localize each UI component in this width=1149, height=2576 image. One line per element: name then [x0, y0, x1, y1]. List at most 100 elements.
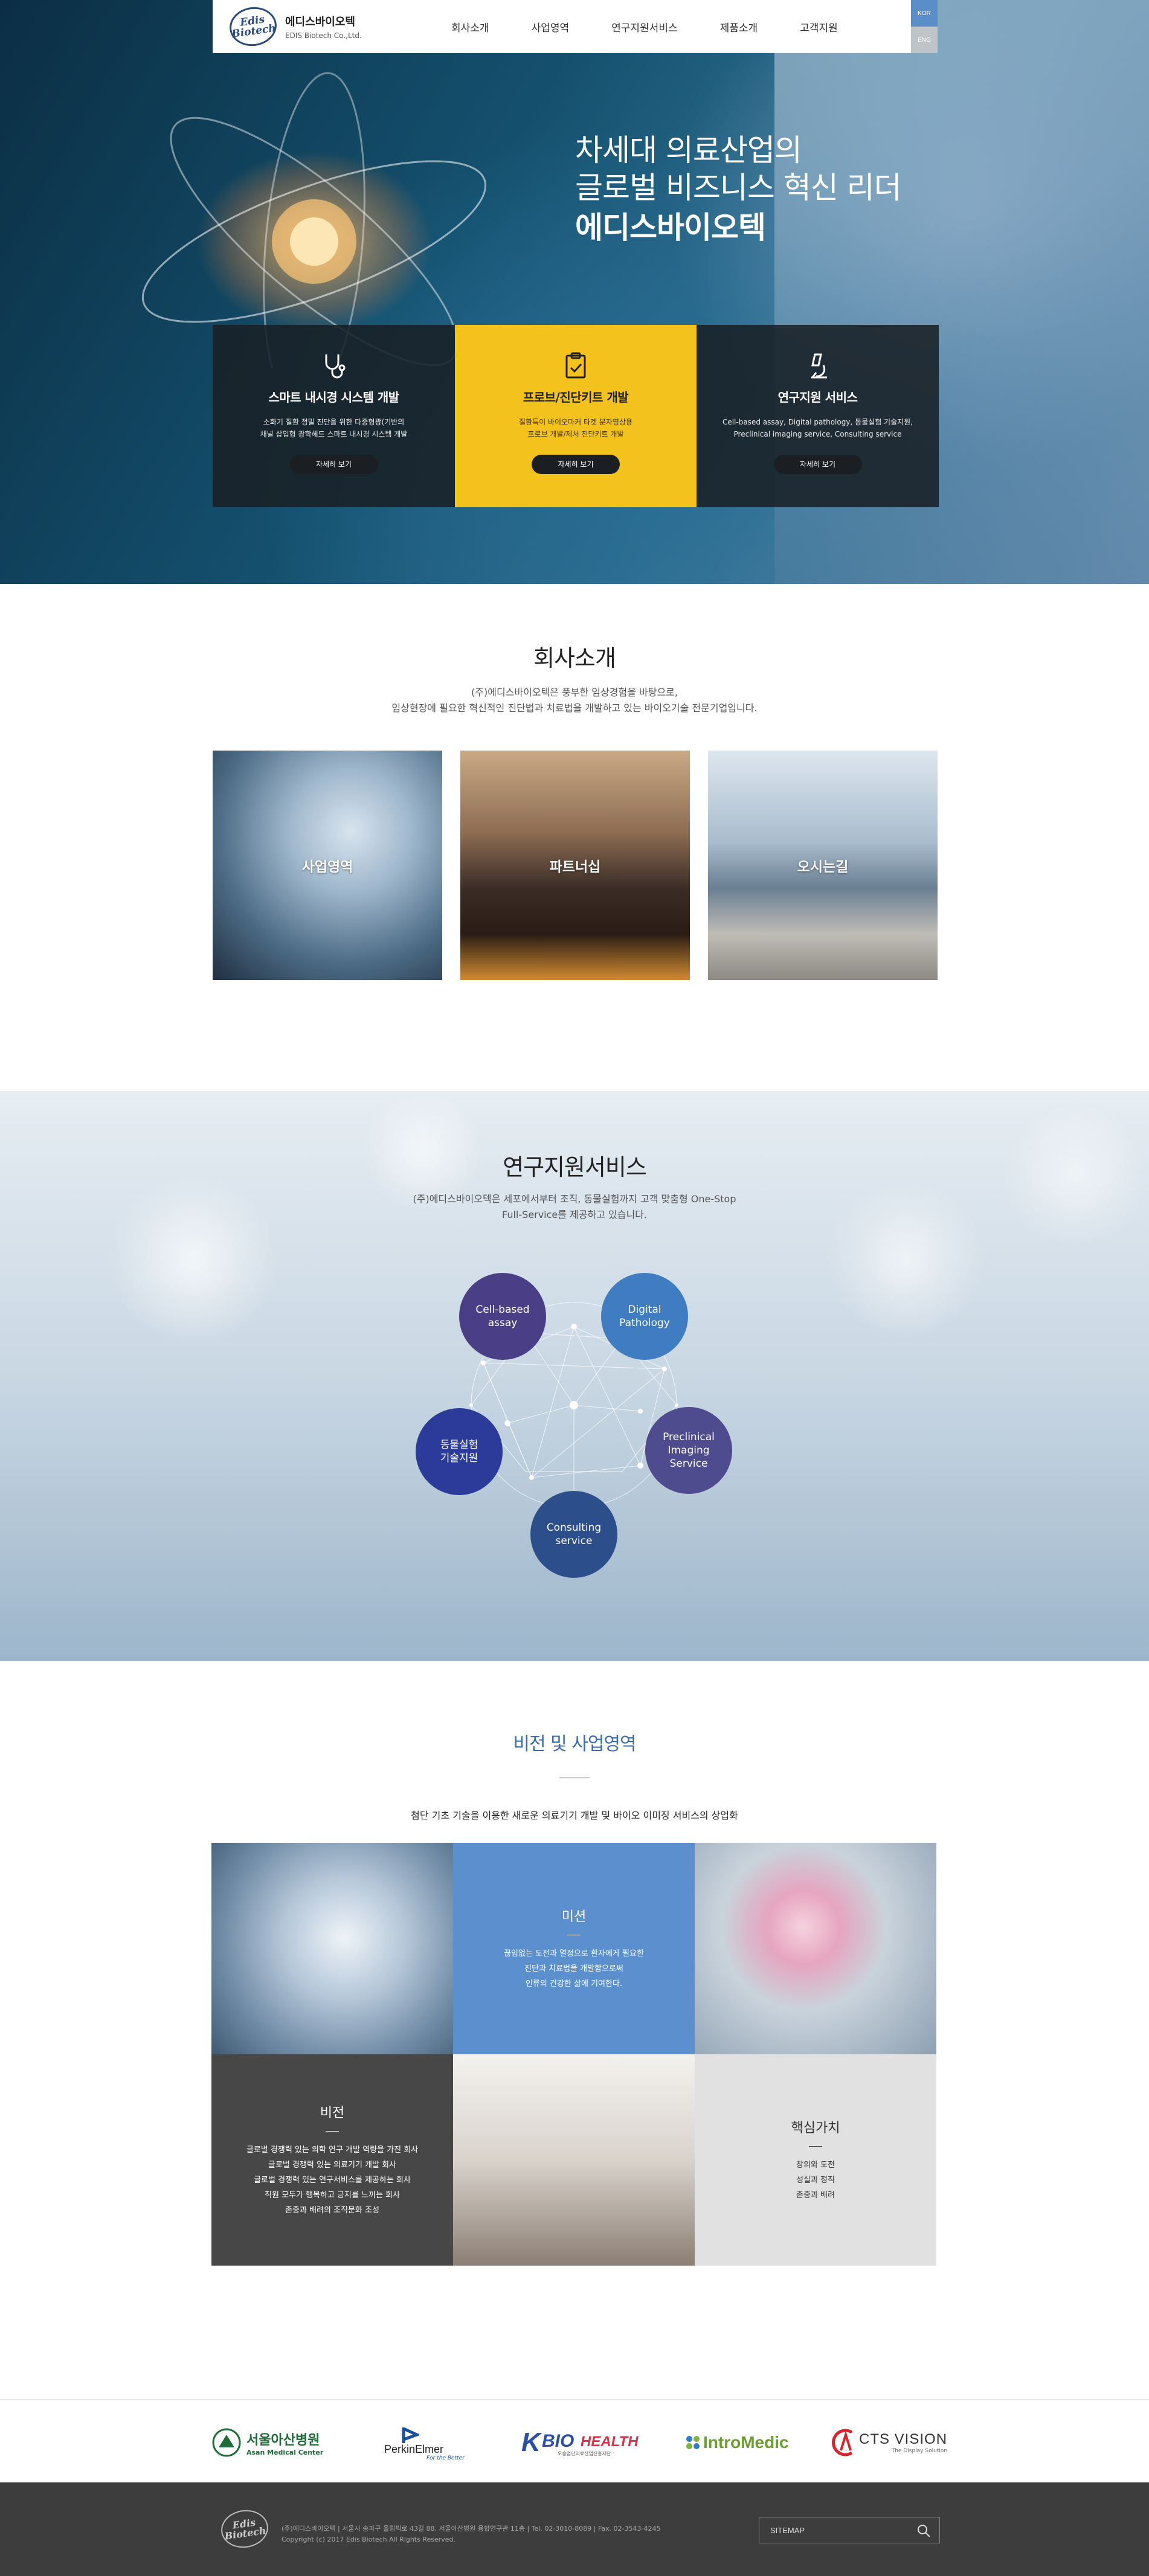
sitemap-label: SITEMAP: [770, 2525, 805, 2535]
sitemap-select[interactable]: SITEMAP: [759, 2517, 940, 2543]
nav-products[interactable]: 제품소개: [720, 19, 758, 34]
nav-business[interactable]: 사업영역: [532, 19, 570, 34]
site-logo[interactable]: Edis Biotech 에디스바이오텍 EDIS Biotech Co.,Lt…: [227, 4, 362, 50]
partner-intromedic[interactable]: IntroMedic: [685, 2427, 789, 2458]
tile-business[interactable]: 사업영역: [213, 751, 442, 980]
vision-line: 존중과 배려의 조직문화 조성: [285, 2206, 379, 2215]
tile-partnership[interactable]: 파트너십: [460, 751, 690, 980]
intromedic-name: IntroMedic: [703, 2433, 789, 2452]
service-label-line: Pathology: [619, 1317, 670, 1329]
kbio-subtitle: 오송첨단의료산업진흥재단: [558, 2451, 611, 2456]
section-title: 연구지원서비스: [503, 1154, 647, 1181]
lab-petri-photo: [695, 1843, 936, 2054]
logo-mark-text-2: Biotech: [231, 22, 277, 40]
mission-line: 끊임없는 도전과 열정으로 환자에게 필요한: [504, 1949, 644, 1958]
perkinelmer-tagline: For the Better: [426, 2455, 465, 2461]
service-label-line: Preclinical: [663, 1431, 715, 1443]
partner-asan-medical-center[interactable]: 서울아산병원 Asan Medical Center: [211, 2427, 323, 2458]
section-desc-line: (주)에디스바이오텍은 세포에서부터 조직, 동물실험까지 고객 맞춤형 One…: [413, 1193, 736, 1205]
service-label-line: assay: [488, 1317, 518, 1329]
service-digital-pathology[interactable]: Digital Pathology: [601, 1273, 688, 1360]
section-desc: (주)에디스바이오텍은 세포에서부터 조직, 동물실험까지 고객 맞춤형 One…: [0, 1191, 1149, 1223]
service-label: Consulting service: [547, 1521, 601, 1548]
tile-label: 오시는길: [797, 859, 849, 875]
logo-korean-name: 에디스바이오텍: [285, 16, 355, 28]
hero-card-desc-line: 채널 삽입형 광학헤드 스마트 내시경 시스템 개발: [260, 430, 408, 438]
vision-line: 글로벌 경쟁력 있는 연구서비스를 제공하는 회사: [254, 2176, 411, 2185]
hero-card-title: 스마트 내시경 시스템 개발: [268, 390, 399, 405]
microscope-photo: [211, 1843, 453, 2054]
partner-kbio-health[interactable]: K BIO HEALTH 오송첨단의료산업진흥재단: [521, 2427, 648, 2458]
logo-english-name: EDIS Biotech Co.,Ltd.: [285, 31, 362, 40]
service-label: 동물실험 기술지원: [440, 1438, 478, 1465]
service-label: Preclinical Imaging Service: [663, 1431, 715, 1470]
service-label-line: Imaging: [668, 1444, 710, 1456]
hero-cards: 스마트 내시경 시스템 개발 소화기 질환 정밀 진단을 위한 다중형광(기반의…: [213, 325, 939, 507]
section-subtitle: 첨단 기초 기술을 이용한 새로운 의료기기 개발 및 바이오 이미징 서비스의…: [411, 1810, 738, 1821]
partners-section: 서울아산병원 Asan Medical Center PerkinElmer F…: [0, 2399, 1149, 2482]
vision-line: 글로벌 경쟁력 있는 의료기기 개발 회사: [268, 2161, 397, 2170]
footer-logo-text-2: Biotech: [224, 2525, 267, 2542]
hero-headline: 차세대 의료산업의 글로벌 비즈니스 혁신 리더 에디스바이오텍: [575, 132, 902, 249]
service-animal-experiment[interactable]: 동물실험 기술지원: [416, 1408, 503, 1495]
kbio-health: HEALTH: [581, 2433, 639, 2450]
cts-vision-name: CTS VISION: [859, 2431, 948, 2447]
nav-research[interactable]: 연구지원서비스: [611, 19, 677, 34]
service-preclinical-imaging[interactable]: Preclinical Imaging Service: [645, 1407, 732, 1494]
section-desc-line: (주)에디스바이오텍은 풍부한 임상경험을 바탕으로,: [471, 687, 678, 698]
service-label-line: Service: [669, 1458, 708, 1470]
vision-text: 글로벌 경쟁력 있는 의학 연구 개발 역량을 가진 회사 글로벌 경쟁력 있는…: [246, 2142, 418, 2218]
asan-english-name: Asan Medical Center: [246, 2448, 324, 2456]
hero-line-1: 차세대 의료산업의: [575, 133, 802, 168]
partner-perkinelmer[interactable]: PerkinElmer For the Better: [384, 2427, 475, 2461]
hero-card-endoscope: 스마트 내시경 시스템 개발 소화기 질환 정밀 진단을 위한 다중형광(기반의…: [213, 325, 455, 507]
business-meeting-photo: [453, 2054, 695, 2266]
service-label: Digital Pathology: [619, 1303, 670, 1330]
logo-mark: Edis Biotech: [227, 4, 280, 50]
cts-vision-mark-icon: [832, 2429, 853, 2456]
mission-line: 인류의 건강한 삶에 기여한다.: [525, 1979, 623, 1988]
search-icon[interactable]: [916, 2523, 931, 2538]
title-divider: [809, 2146, 822, 2147]
lang-eng-button[interactable]: ENG: [911, 27, 938, 53]
core-values-box: 핵심가치 창의와 도전 성실과 정직 존중과 배려: [695, 2054, 936, 2266]
hero-card-title: 프로브/진단키트 개발: [523, 390, 629, 405]
partner-cts-vision[interactable]: CTS VISION The Display Solution: [830, 2427, 947, 2458]
mission-text: 끊임없는 도전과 열정으로 환자에게 필요한 진단과 치료법을 개발함으로써 인…: [504, 1946, 644, 1991]
nav-support[interactable]: 고객지원: [800, 19, 838, 34]
stethoscope-icon: [213, 348, 455, 384]
service-cell-based-assay[interactable]: Cell-based assay: [459, 1273, 546, 1360]
nav-company[interactable]: 회사소개: [451, 19, 489, 34]
perkinelmer-mark-icon: [402, 2427, 419, 2443]
hero-card-desc-line: 소화기 질환 정밀 진단을 위한 다중형광(기반의: [263, 418, 405, 426]
tile-location[interactable]: 오시는길: [708, 751, 938, 980]
kbio-k: K: [521, 2427, 541, 2457]
asan-korean-name: 서울아산병원: [246, 2432, 320, 2448]
vision-line: 직원 모두가 행복하고 긍지를 느끼는 회사: [265, 2191, 400, 2200]
vision-section: 비전 및 사업영역 첨단 기초 기술을 이용한 새로운 의료기기 개발 및 바이…: [0, 1661, 1149, 2399]
core-values-text: 창의와 도전 성실과 정직 존중과 배려: [796, 2158, 835, 2203]
hero-card-desc: 소화기 질환 정밀 진단을 위한 다중형광(기반의채널 삽입형 광학헤드 스마트…: [213, 416, 455, 440]
footer-copyright: Copyright (c) 2017 Edis Biotech All Righ…: [282, 2536, 456, 2543]
kbio-bio: BIO: [542, 2431, 574, 2451]
clipboard-icon: [455, 348, 697, 384]
more-button[interactable]: 자세히 보기: [532, 455, 620, 474]
title-divider: [326, 2131, 339, 2132]
service-label-line: Cell-based: [475, 1304, 530, 1316]
hero-card-desc: Cell-based assay, Digital pathology, 동물실…: [697, 416, 939, 440]
service-consulting[interactable]: Consulting service: [530, 1491, 617, 1578]
more-button[interactable]: 자세히 보기: [289, 455, 378, 474]
footer-logo[interactable]: Edis Biotech: [219, 2507, 271, 2551]
mission-line: 진단과 치료법을 개발함으로써: [524, 1964, 623, 1973]
mission-box: 미션 끊임없는 도전과 열정으로 환자에게 필요한 진단과 치료법을 개발함으로…: [453, 1843, 695, 2054]
intromedic-dots-icon: [686, 2436, 700, 2449]
vision-title: 비전: [320, 2106, 345, 2121]
vision-box: 비전 글로벌 경쟁력 있는 의학 연구 개발 역량을 가진 회사 글로벌 경쟁력…: [211, 2054, 453, 2266]
logo-text: 에디스바이오텍 EDIS Biotech Co.,Ltd.: [285, 13, 362, 40]
language-switcher: KOR ENG: [911, 0, 938, 53]
lang-kor-button[interactable]: KOR: [911, 0, 938, 27]
more-button[interactable]: 자세히 보기: [773, 455, 862, 474]
service-label: Cell-based assay: [475, 1303, 529, 1330]
section-desc-line: 임상현장에 필요한 혁신적인 진단법과 치료법을 개발하고 있는 바이오기술 전…: [391, 702, 758, 714]
asan-text: 서울아산병원 Asan Medical Center: [246, 2429, 323, 2456]
